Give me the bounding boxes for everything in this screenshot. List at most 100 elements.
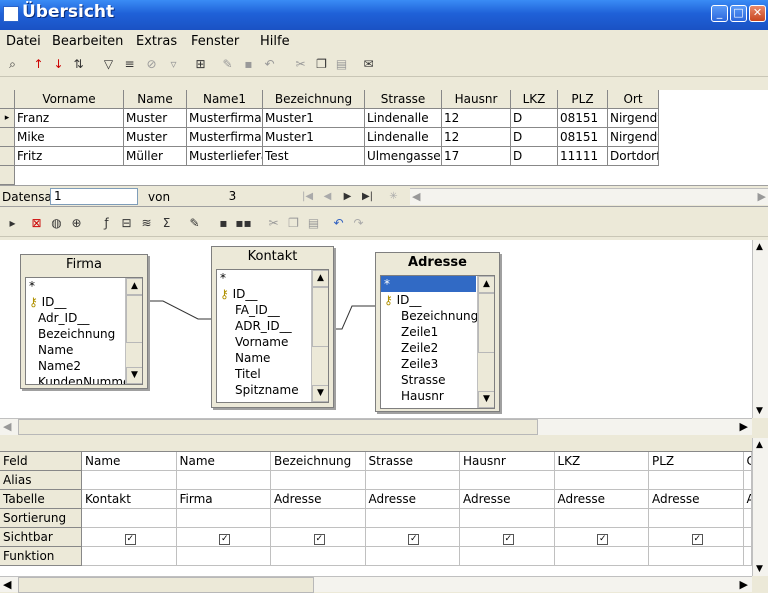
first-record-icon[interactable]: |◀ [300, 189, 315, 204]
query-cell-sichtbar[interactable]: ✓ [271, 528, 366, 547]
query-cell-sortierung[interactable] [743, 509, 752, 528]
scroll-thumb[interactable] [312, 287, 328, 347]
table-cell[interactable]: 11111 [558, 147, 608, 166]
query-cell-sichtbar[interactable] [743, 528, 752, 547]
table-cell[interactable]: 08151 [558, 128, 608, 147]
query-cell-sortierung[interactable] [176, 509, 271, 528]
query-horizontal-scrollbar[interactable]: ◀ ▶ [0, 576, 752, 593]
table-window-firma[interactable]: Firma * ⚷ ID__ Adr_ID__ Bezeichnung Name… [20, 254, 148, 389]
query-cell-feld[interactable]: C [743, 452, 752, 471]
query-cell-sortierung[interactable] [82, 509, 177, 528]
distinct-values-icon[interactable]: Σ [158, 215, 175, 231]
new-row-header[interactable] [0, 166, 15, 185]
maximize-button[interactable]: □ [730, 5, 747, 22]
field-list-scrollbar[interactable]: ▲ ▼ [311, 270, 328, 402]
remove-filter-icon[interactable]: ⊘ [143, 56, 160, 72]
table-title[interactable]: Adresse [376, 253, 499, 273]
table-names-icon[interactable]: ⊟ [118, 215, 135, 231]
query-cell-feld[interactable]: Strasse [365, 452, 460, 471]
scroll-thumb[interactable] [18, 419, 538, 435]
field-list-scrollbar[interactable]: ▲ ▼ [125, 278, 142, 384]
query-cell-funktion[interactable] [176, 547, 271, 566]
sort-dialog-icon[interactable]: ⇅ [70, 56, 87, 72]
sort-descending-icon[interactable]: ↓ [50, 56, 67, 72]
table-cell[interactable]: D [511, 128, 558, 147]
last-record-icon[interactable]: ▶| [360, 189, 375, 204]
relation-design-area[interactable]: Firma * ⚷ ID__ Adr_ID__ Bezeichnung Name… [0, 240, 752, 418]
menu-fenster[interactable]: Fenster [191, 34, 239, 49]
redo-icon[interactable]: ↷ [350, 215, 367, 231]
table-cell[interactable]: 17 [442, 147, 511, 166]
menu-datei[interactable]: Datei [6, 34, 41, 49]
add-table-icon[interactable]: ⊕ [68, 215, 85, 231]
new-record-icon[interactable]: ✳ [386, 189, 401, 204]
field-list[interactable]: * ⚷ ID__ FA_ID__ ADR_ID__ Vorname Name T… [216, 269, 329, 403]
query-cell-sortierung[interactable] [365, 509, 460, 528]
datasource-icon[interactable]: ⊞ [192, 56, 209, 72]
table-cell[interactable]: Test [263, 147, 365, 166]
visible-checkbox[interactable]: ✓ [502, 534, 514, 545]
save-icon[interactable]: ▪ [215, 215, 232, 231]
query-cell-tabelle[interactable]: Adresse [365, 490, 460, 509]
table-window-kontakt[interactable]: Kontakt * ⚷ ID__ FA_ID__ ADR_ID__ Vornam… [211, 246, 334, 408]
binoculars-icon[interactable]: ⌕ [4, 56, 21, 72]
table-cell[interactable]: D [511, 109, 558, 128]
standard-filter-icon[interactable]: ≡ [121, 56, 138, 72]
table-cell[interactable]: 12 [442, 128, 511, 147]
scroll-down-icon[interactable]: ▼ [478, 391, 494, 408]
minimize-button[interactable]: _ [711, 5, 728, 22]
query-cell-funktion[interactable] [271, 547, 366, 566]
query-cell-feld[interactable]: Hausnr [460, 452, 555, 471]
query-cell-tabelle[interactable]: Adresse [649, 490, 744, 509]
row-header[interactable] [0, 128, 15, 147]
query-cell-alias[interactable] [460, 471, 555, 490]
table-cell[interactable]: Musterfirma [187, 109, 263, 128]
table-cell[interactable]: Mike [15, 128, 124, 147]
current-row-indicator[interactable]: ▸ [0, 109, 15, 128]
table-window-adresse[interactable]: Adresse * ⚷ ID__ Bezeichnung Zeile1 Zeil… [375, 252, 500, 412]
design-horizontal-scrollbar[interactable]: ◀ ▶ [0, 418, 752, 435]
edit-query-icon[interactable]: ✎ [186, 215, 203, 231]
undo-record-icon[interactable]: ↶ [261, 56, 278, 72]
functions-icon[interactable]: ƒ [98, 215, 115, 231]
query-cell-feld[interactable]: LKZ [554, 452, 649, 471]
column-header[interactable]: Vorname [15, 90, 124, 109]
query-cell-alias[interactable] [554, 471, 649, 490]
scroll-left-icon[interactable]: ◀ [3, 578, 11, 591]
query-cell-alias[interactable] [743, 471, 752, 490]
table-cell[interactable]: Muster [124, 109, 187, 128]
table-cell[interactable]: Dortdorf [608, 147, 659, 166]
visible-checkbox[interactable]: ✓ [313, 534, 325, 545]
scroll-down-icon[interactable]: ▼ [756, 564, 763, 574]
cut-icon[interactable]: ✂ [292, 56, 309, 72]
query-cell-tabelle[interactable]: Adresse [460, 490, 555, 509]
scroll-down-icon[interactable]: ▼ [126, 367, 142, 384]
query-cell-tabelle[interactable]: Adresse [271, 490, 366, 509]
next-record-icon[interactable]: ▶ [340, 189, 355, 204]
clear-query-icon[interactable]: ⊠ [28, 215, 45, 231]
query-cell-sortierung[interactable] [460, 509, 555, 528]
query-cell-funktion[interactable] [365, 547, 460, 566]
scroll-right-icon[interactable]: ▶ [740, 420, 748, 433]
query-cell-sichtbar[interactable]: ✓ [649, 528, 744, 547]
table-cell[interactable]: Muster1 [263, 128, 365, 147]
query-cell-alias[interactable] [271, 471, 366, 490]
copy-icon[interactable]: ❐ [285, 215, 302, 231]
scroll-right-icon[interactable]: ▶ [758, 190, 766, 203]
alias-icon[interactable]: ≋ [138, 215, 155, 231]
query-cell-sichtbar[interactable]: ✓ [365, 528, 460, 547]
visible-checkbox[interactable]: ✓ [691, 534, 703, 545]
visible-checkbox[interactable]: ✓ [124, 534, 136, 545]
column-header[interactable]: LKZ [511, 90, 558, 109]
table-cell[interactable]: Ulmengasse [365, 147, 442, 166]
scroll-thumb[interactable] [126, 295, 142, 343]
table-cell[interactable]: Franz [15, 109, 124, 128]
table-cell[interactable]: 08151 [558, 109, 608, 128]
previous-record-icon[interactable]: ◀ [320, 189, 335, 204]
filter-toggle-icon[interactable]: ▿ [165, 56, 182, 72]
query-cell-tabelle[interactable]: Adresse [554, 490, 649, 509]
query-cell-alias[interactable] [82, 471, 177, 490]
scroll-up-icon[interactable]: ▲ [312, 270, 328, 287]
query-cell-sichtbar[interactable]: ✓ [554, 528, 649, 547]
scroll-up-icon[interactable]: ▲ [756, 242, 763, 252]
